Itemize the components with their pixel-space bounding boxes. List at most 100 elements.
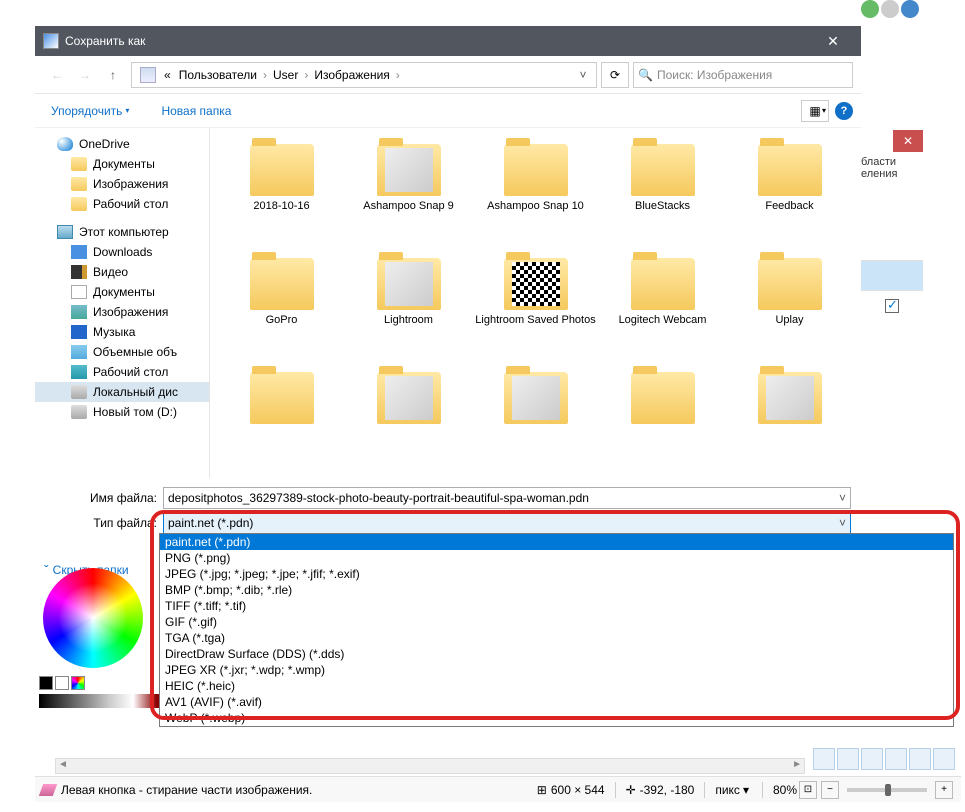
- breadcrumb-item[interactable]: User: [269, 68, 302, 82]
- tree-item[interactable]: Документы: [35, 282, 209, 302]
- folder-item[interactable]: [220, 366, 343, 476]
- up-button[interactable]: ↑: [101, 63, 125, 87]
- navigation-tree[interactable]: OneDrive Документы Изображения Рабочий с…: [35, 128, 210, 478]
- palette-icon[interactable]: [71, 676, 85, 690]
- folder-item[interactable]: [728, 366, 851, 476]
- breadcrumb-prefix: «: [160, 68, 175, 82]
- folder-item[interactable]: 2018-10-16: [220, 138, 343, 248]
- tree-item[interactable]: Музыка: [35, 322, 209, 342]
- breadcrumb-item[interactable]: Изображения: [310, 68, 393, 82]
- filetype-option[interactable]: HEIC (*.heic): [160, 678, 953, 694]
- close-button[interactable]: ✕: [813, 33, 853, 50]
- folder-item[interactable]: Ashampoo Snap 9: [347, 138, 470, 248]
- folder-item[interactable]: Logitech Webcam: [601, 252, 724, 362]
- app-icon: [43, 33, 59, 49]
- chevron-down-icon[interactable]: ˅: [839, 516, 846, 530]
- help-button[interactable]: ?: [835, 102, 853, 120]
- tool-button[interactable]: [885, 748, 907, 770]
- tree-item-selected[interactable]: Локальный дис: [35, 382, 209, 402]
- filetype-option[interactable]: JPEG XR (*.jxr; *.wdp; *.wmp): [160, 662, 953, 678]
- organize-button[interactable]: Упорядочить: [43, 100, 137, 122]
- zoom-slider[interactable]: [847, 788, 927, 792]
- disk-icon: [71, 385, 87, 399]
- tree-item[interactable]: Новый том (D:): [35, 402, 209, 422]
- folder-item[interactable]: Ashampoo Snap 10: [474, 138, 597, 248]
- unit-label[interactable]: пикс: [715, 783, 740, 797]
- folder-item[interactable]: GoPro: [220, 252, 343, 362]
- search-input[interactable]: 🔍 Поиск: Изображения: [633, 62, 853, 88]
- filetype-option[interactable]: paint.net (*.pdn): [160, 534, 953, 550]
- tool-button[interactable]: [837, 748, 859, 770]
- bg-icon: [881, 0, 899, 18]
- tool-button[interactable]: [933, 748, 955, 770]
- tree-item[interactable]: Рабочий стол: [35, 194, 209, 214]
- new-folder-button[interactable]: Новая папка: [151, 100, 241, 122]
- zoom-fit-button[interactable]: ⊡: [799, 781, 817, 799]
- tool-button[interactable]: [909, 748, 931, 770]
- checkbox-icon[interactable]: [885, 299, 899, 313]
- folder-item[interactable]: Uplay: [728, 252, 851, 362]
- breadcrumb-item[interactable]: Пользователи: [175, 68, 261, 82]
- file-list[interactable]: 2018-10-16 Ashampoo Snap 9 Ashampoo Snap…: [210, 128, 861, 478]
- folder-item[interactable]: Lightroom Saved Photos: [474, 252, 597, 362]
- folder-item[interactable]: Lightroom: [347, 252, 470, 362]
- folder-item[interactable]: [347, 366, 470, 476]
- horizontal-scrollbar[interactable]: [55, 758, 805, 774]
- filetype-dropdown[interactable]: paint.net (*.pdn)˅: [163, 512, 851, 534]
- filetype-option[interactable]: GIF (*.gif): [160, 614, 953, 630]
- search-placeholder: Поиск: Изображения: [657, 68, 772, 82]
- view-mode-button[interactable]: ▦: [801, 100, 829, 122]
- tree-item[interactable]: Downloads: [35, 242, 209, 262]
- filetype-option[interactable]: BMP (*.bmp; *.dib; *.rle): [160, 582, 953, 598]
- tree-this-pc[interactable]: Этот компьютер: [35, 222, 209, 242]
- chevron-down-icon[interactable]: ˅: [839, 491, 846, 505]
- folder-icon: [377, 258, 441, 310]
- filetype-option[interactable]: TGA (*.tga): [160, 630, 953, 646]
- folder-icon: [71, 157, 87, 171]
- filetype-option[interactable]: AV1 (AVIF) (*.avif): [160, 694, 953, 710]
- folder-item[interactable]: [601, 366, 724, 476]
- bg-close-button[interactable]: ✕: [893, 130, 923, 152]
- primary-swatch[interactable]: [39, 676, 53, 690]
- filetype-option[interactable]: DirectDraw Surface (DDS) (*.dds): [160, 646, 953, 662]
- filetype-option[interactable]: PNG (*.png): [160, 550, 953, 566]
- forward-button[interactable]: →: [73, 63, 97, 87]
- tool-button[interactable]: [813, 748, 835, 770]
- tree-item[interactable]: Изображения: [35, 302, 209, 322]
- filetype-option[interactable]: TIFF (*.tiff; *.tif): [160, 598, 953, 614]
- dialog-title-bar: Сохранить как ✕: [35, 26, 861, 56]
- zoom-level: 80%: [773, 783, 797, 797]
- filetype-dropdown-list[interactable]: paint.net (*.pdn) PNG (*.png) JPEG (*.jp…: [159, 533, 954, 727]
- tool-button[interactable]: [861, 748, 883, 770]
- folder-icon: [377, 144, 441, 196]
- tree-item[interactable]: Изображения: [35, 174, 209, 194]
- tree-item[interactable]: Документы: [35, 154, 209, 174]
- search-icon: 🔍: [638, 68, 653, 82]
- back-button[interactable]: ←: [45, 63, 69, 87]
- location-icon: [140, 67, 156, 83]
- tool-buttons: [813, 748, 955, 770]
- tree-item[interactable]: Рабочий стол: [35, 362, 209, 382]
- folder-item[interactable]: BlueStacks: [601, 138, 724, 248]
- dialog-title: Сохранить как: [65, 34, 813, 48]
- filename-label: Имя файла:: [45, 491, 163, 505]
- breadcrumb-sep: ›: [394, 68, 402, 82]
- zoom-in-button[interactable]: +: [935, 781, 953, 799]
- filetype-option[interactable]: JPEG (*.jpg; *.jpeg; *.jpe; *.jfif; *.ex…: [160, 566, 953, 582]
- breadcrumb[interactable]: « Пользователи › User › Изображения › ˅: [131, 62, 597, 88]
- tree-onedrive[interactable]: OneDrive: [35, 134, 209, 154]
- folder-item[interactable]: [474, 366, 597, 476]
- tree-item[interactable]: Объемные объ: [35, 342, 209, 362]
- filename-input[interactable]: depositphotos_36297389-stock-photo-beaut…: [163, 487, 851, 509]
- filetype-option[interactable]: WebP (*.webp): [160, 710, 953, 726]
- chevron-down-icon[interactable]: ▾: [743, 783, 749, 797]
- zoom-out-button[interactable]: −: [821, 781, 839, 799]
- secondary-swatch[interactable]: [55, 676, 69, 690]
- color-wheel[interactable]: [43, 568, 143, 668]
- music-icon: [71, 325, 87, 339]
- onedrive-icon: [57, 137, 73, 151]
- breadcrumb-dropdown[interactable]: ˅: [574, 68, 592, 82]
- folder-item[interactable]: Feedback: [728, 138, 851, 248]
- refresh-button[interactable]: ⟳: [601, 62, 629, 88]
- tree-item[interactable]: Видео: [35, 262, 209, 282]
